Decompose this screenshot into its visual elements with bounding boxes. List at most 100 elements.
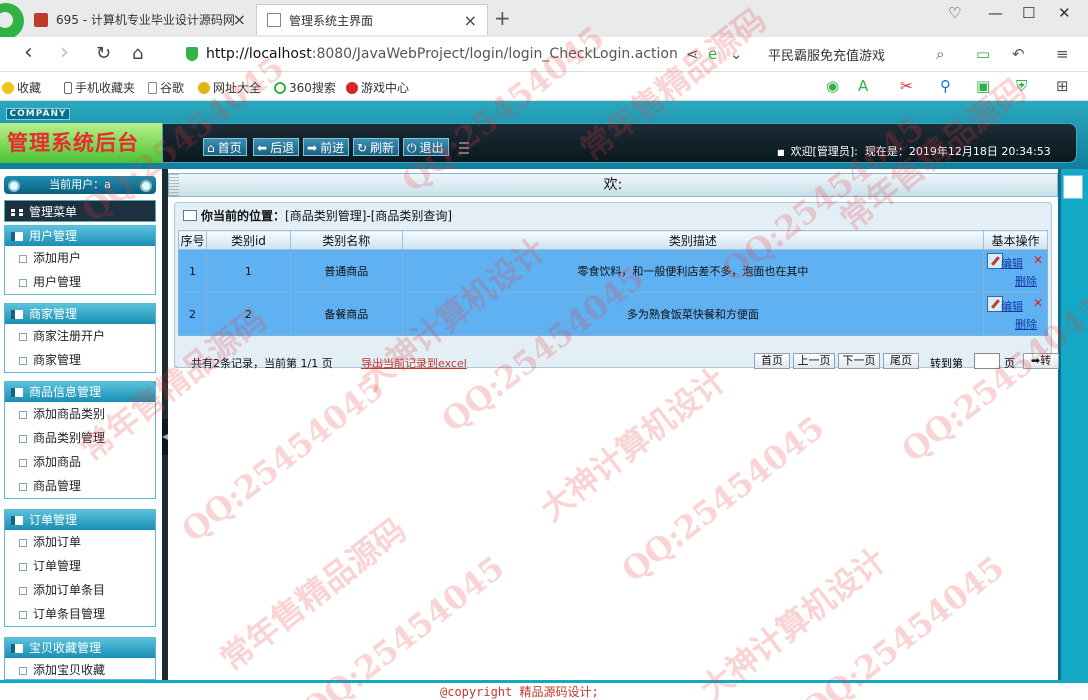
ie-mode-icon[interactable]: e xyxy=(708,45,717,63)
menu-item-merchant-register[interactable]: 商家注册开户 xyxy=(5,324,155,348)
menu-group-head[interactable]: 订单管理 xyxy=(5,510,155,530)
folder-icon xyxy=(11,516,23,525)
next-page-button[interactable]: 下一页 xyxy=(838,353,880,369)
browser-tab-2[interactable]: 管理系统主界面 × xyxy=(256,4,488,35)
page-number-input[interactable] xyxy=(974,353,1000,369)
forward-button[interactable]: ➡ 前进 xyxy=(303,138,350,156)
col-name: 类别名称 xyxy=(289,230,403,250)
chat-icon[interactable]: ◉ xyxy=(826,77,839,95)
pager-info: 共有2条记录，当前第 1/1 页 xyxy=(191,357,333,370)
fav-google[interactable]: 谷歌 xyxy=(148,79,184,96)
menu-item-goods-manage[interactable]: 商品管理 xyxy=(5,474,155,498)
home-button[interactable]: ⌂ 首页 xyxy=(203,138,247,156)
menu-item-goods-type-manage[interactable]: 商品类别管理 xyxy=(5,426,155,450)
refresh-button[interactable]: ↻ 刷新 xyxy=(353,138,400,156)
translate-icon[interactable]: A xyxy=(858,77,868,95)
export-excel-link[interactable]: 导出当前记录到excel xyxy=(361,355,467,371)
forward-icon[interactable]: › xyxy=(60,40,69,65)
item-icon xyxy=(19,333,27,341)
current-user-bar: 当前用户：a xyxy=(4,176,156,194)
tab-1-title: 695 - 计算机专业毕业设计源码网 xyxy=(56,13,235,27)
logout-button[interactable]: ⏻ 退出 xyxy=(403,138,449,156)
delete-x-icon[interactable]: ✕ xyxy=(1033,253,1043,267)
search-icon[interactable]: ⌕ xyxy=(936,45,944,63)
table-row[interactable]: 1 1 普通商品 零食饮料，和一般便利店差不多，泡面也在其中 编辑 ✕ 删除 xyxy=(178,249,1048,293)
delete-link[interactable]: 删除 xyxy=(1015,273,1037,289)
secure-shield-icon xyxy=(186,47,198,61)
shield-icon[interactable]: ⛨ xyxy=(1016,77,1027,95)
item-icon xyxy=(19,611,27,619)
delete-x-icon[interactable]: ✕ xyxy=(1033,296,1043,310)
menu-item-order-item-manage[interactable]: 订单条目管理 xyxy=(5,602,155,626)
new-tab-icon[interactable]: + xyxy=(494,6,511,30)
menu-item-add-goods-type[interactable]: 添加商品类别 xyxy=(5,402,155,426)
star-icon xyxy=(2,81,14,94)
skin-icon[interactable]: ♡ xyxy=(948,4,961,22)
tab-close-icon[interactable]: × xyxy=(233,10,246,29)
share-icon[interactable]: ⋖ xyxy=(686,45,699,63)
undo-icon[interactable]: ↶ xyxy=(1012,45,1025,63)
company-logo: COMPANY xyxy=(6,108,70,120)
col-id: 类别id xyxy=(205,230,291,250)
cell-desc: 零食饮料，和一般便利店差不多，泡面也在其中 xyxy=(401,249,985,293)
tab-close-icon[interactable]: × xyxy=(464,11,477,30)
menu-group-head[interactable]: 商家管理 xyxy=(5,304,155,324)
menu-item-add-favorite[interactable]: 添加宝贝收藏 xyxy=(5,658,155,679)
back-button[interactable]: ⬅ 后退 xyxy=(253,138,300,156)
go-button[interactable]: ➡转 xyxy=(1023,353,1059,369)
menu-item-add-goods[interactable]: 添加商品 xyxy=(5,450,155,474)
menu-item-add-user[interactable]: 添加用户 xyxy=(5,246,155,270)
find-icon[interactable]: ⚲ xyxy=(940,77,951,95)
tab-2-title: 管理系统主界面 xyxy=(289,13,374,28)
edit-link[interactable]: 编辑 xyxy=(1001,255,1023,271)
tab-favicon-icon xyxy=(34,12,48,27)
last-page-button[interactable]: 尾页 xyxy=(883,353,919,369)
menu-item-user-manage[interactable]: 用户管理 xyxy=(5,270,155,294)
battery-icon: ▭ xyxy=(976,45,991,63)
minimize-icon[interactable]: — xyxy=(988,4,1003,22)
reload-icon[interactable]: ↻ xyxy=(96,43,111,64)
url-input[interactable]: http://localhost:8080/JavaWebProject/log… xyxy=(186,41,746,67)
browser-tab-1[interactable]: 695 - 计算机专业毕业设计源码网 × xyxy=(24,4,256,35)
menu-icon[interactable]: ≡ xyxy=(1056,45,1069,63)
search-input[interactable]: 平民霸服免充值游戏 xyxy=(758,41,958,67)
cell-id: 2 xyxy=(205,292,291,336)
menu-item-order-manage[interactable]: 订单管理 xyxy=(5,554,155,578)
fav-games[interactable]: 游戏中心 xyxy=(346,79,409,96)
menu-group-head[interactable]: 用户管理 xyxy=(5,226,155,246)
tab-page-icon xyxy=(267,13,281,27)
menu-item-merchant-manage[interactable]: 商家管理 xyxy=(5,348,155,372)
menu-group-head[interactable]: 商品信息管理 xyxy=(5,382,155,402)
top-strip: 欢: xyxy=(168,173,1058,197)
gamepad-icon[interactable]: ▣ xyxy=(976,77,990,95)
table-row[interactable]: 2 2 备餐商品 多为熟食饭菜快餐和方便面 编辑 ✕ 删除 xyxy=(178,292,1048,336)
window-close-icon[interactable]: ✕ xyxy=(1058,4,1071,22)
chevron-down-icon[interactable]: ⌄ xyxy=(730,45,743,63)
menu-item-add-order-item[interactable]: 添加订单条目 xyxy=(5,578,155,602)
scissors-icon[interactable]: ✂ xyxy=(900,77,913,95)
prev-page-button[interactable]: 上一页 xyxy=(793,353,835,369)
cell-name: 普通商品 xyxy=(289,249,403,293)
menu-item-add-order[interactable]: 添加订单 xyxy=(5,530,155,554)
edit-link[interactable]: 编辑 xyxy=(1001,298,1023,314)
footer: @copyright 精品源码设计; xyxy=(0,680,1088,700)
header-toolbar: ⌂ 首页 ⬅ 后退 ➡ 前进 ↻ 刷新 ⏻ 退出 ■ 欢迎[管理员]: 现在是：2019年1… xyxy=(162,123,1077,163)
right-scroll-band[interactable] xyxy=(1058,169,1088,680)
fav-collect[interactable]: 收藏 xyxy=(2,79,41,96)
knob-icon xyxy=(140,180,152,192)
url-host: http://localhost xyxy=(206,46,312,62)
fav-360search[interactable]: 360搜索 xyxy=(274,79,336,96)
home-icon[interactable]: ⌂ xyxy=(132,43,143,64)
fav-mobile[interactable]: 手机收藏夹 xyxy=(64,79,135,96)
maximize-icon[interactable]: ☐ xyxy=(1022,4,1035,22)
current-user-label: 当前用户：a xyxy=(49,178,111,191)
apps-icon[interactable]: ⊞ xyxy=(1056,77,1069,95)
first-page-button[interactable]: 首页 xyxy=(754,353,790,369)
menu-group-head[interactable]: 宝贝收藏管理 xyxy=(5,638,155,658)
col-index: 序号 xyxy=(178,230,207,250)
fav-sites[interactable]: 网址大全 xyxy=(198,79,261,96)
back-icon[interactable]: ‹ xyxy=(24,40,33,65)
page-unit-label: 页 xyxy=(1004,357,1015,370)
welcome-text: ■ 欢迎[管理员]: 现在是：2019年12月18日 20:34:53 xyxy=(777,145,1051,158)
delete-link[interactable]: 删除 xyxy=(1015,316,1037,332)
